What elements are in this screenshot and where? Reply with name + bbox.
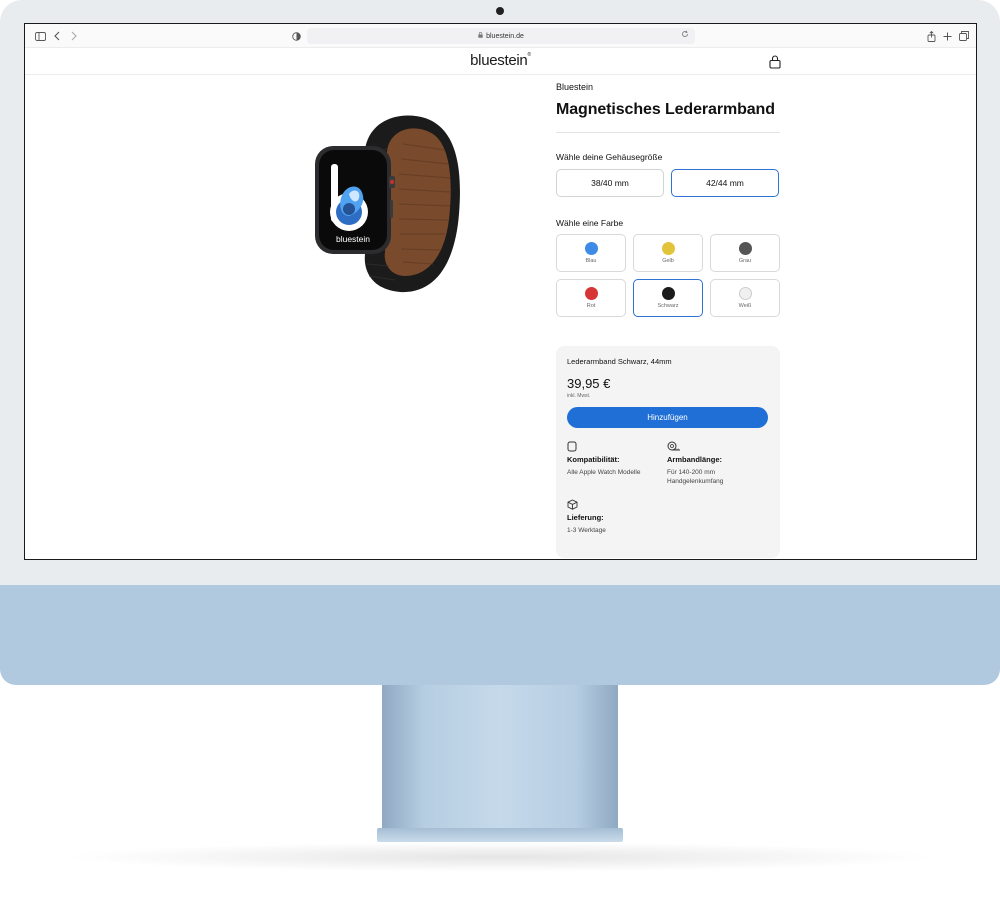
delivery-label: Lieferung: (567, 513, 604, 522)
buy-box: Lederarmband Schwarz, 44mm 39,95 € inkl.… (556, 346, 780, 558)
watch-screen-brand: bluestein (336, 234, 370, 244)
product-panel: Bluestein Magnetisches Lederarmband Wähl… (556, 82, 780, 317)
compatibility-info: Kompatibilität: Alle Apple Watch Modelle (567, 441, 667, 477)
camera-dot (496, 7, 504, 15)
color-swatch (738, 287, 752, 300)
delivery-value: 1-3 Werktage (567, 527, 606, 534)
divider (556, 132, 780, 133)
compatibility-label: Kompatibilität: (567, 455, 620, 464)
color-swatch (738, 242, 752, 255)
screen: bluestein.de bluestein® bluestein Bluest… (24, 23, 977, 560)
band-length-label: Armbandlänge: (667, 455, 723, 464)
band-length-value: Für 140-200 mm Handgelenkumfang (667, 468, 767, 486)
add-to-cart-button[interactable]: Hinzufügen (567, 407, 768, 428)
new-tab-icon[interactable] (940, 29, 954, 43)
tax-note: inkl. Mwst. (567, 393, 591, 399)
tab-overview-icon[interactable] (957, 29, 971, 43)
product-vendor: Bluestein (556, 82, 594, 92)
product-info-grid: Kompatibilität: Alle Apple Watch Modelle… (567, 441, 769, 551)
watch-outline-icon (567, 441, 667, 453)
price: 39,95 € (567, 376, 611, 391)
tape-measure-icon (667, 441, 767, 453)
color-swatch (584, 287, 598, 300)
cart-icon[interactable] (769, 55, 781, 69)
color-option-grau[interactable]: Grau (710, 234, 780, 272)
back-icon[interactable] (50, 29, 64, 43)
color-name: Rot (586, 303, 596, 309)
privacy-shield-icon[interactable] (289, 29, 303, 43)
size-section-label: Wähle deine Gehäusegröße (556, 152, 663, 162)
selected-variant: Lederarmband Schwarz, 44mm (567, 357, 672, 366)
color-name: Gelb (662, 258, 674, 264)
band-length-line-1: Für 140-200 mm (667, 469, 716, 476)
color-option-schwarz[interactable]: Schwarz (633, 279, 703, 317)
band-length-line-2: Handgelenkumfang (667, 478, 724, 485)
color-option-rot[interactable]: Rot (556, 279, 626, 317)
color-name: Grau (738, 258, 752, 264)
color-name: Blau (585, 258, 597, 264)
size-options: 38/40 mm 42/44 mm (556, 169, 780, 197)
reload-icon[interactable] (681, 30, 689, 40)
sidebar-icon[interactable] (33, 29, 47, 43)
brand-logo[interactable]: bluestein® (25, 52, 976, 69)
floor-shadow (60, 842, 940, 872)
address-bar[interactable]: bluestein.de (307, 28, 695, 44)
color-option-blau[interactable]: Blau (556, 234, 626, 272)
imac-stand (382, 685, 618, 830)
compatibility-value: Alle Apple Watch Modelle (567, 469, 641, 476)
color-name: Weiß (738, 303, 752, 309)
size-option-38-40[interactable]: 38/40 mm (556, 169, 664, 197)
imac-stand-foot (377, 828, 623, 842)
forward-icon[interactable] (67, 29, 81, 43)
lock-icon (478, 32, 483, 40)
color-section-label: Wähle eine Farbe (556, 218, 624, 228)
color-option-weiss[interactable]: Weiß (710, 279, 780, 317)
url-text: bluestein.de (486, 32, 524, 40)
product-image: bluestein (305, 104, 465, 304)
size-option-42-44[interactable]: 42/44 mm (671, 169, 779, 197)
band-length-info: Armbandlänge: Für 140-200 mm Handgelenku… (667, 441, 767, 486)
color-options: Blau Gelb Grau Rot Schwarz Weiß (556, 234, 780, 317)
color-option-gelb[interactable]: Gelb (633, 234, 703, 272)
package-icon (567, 499, 667, 511)
color-swatch (584, 242, 598, 255)
product-title: Magnetisches Lederarmband (556, 101, 775, 118)
share-icon[interactable] (924, 29, 938, 43)
brand-name: bluestein (470, 52, 528, 69)
color-swatch (661, 287, 675, 300)
color-name: Schwarz (657, 303, 679, 309)
delivery-info: Lieferung: 1-3 Werktage (567, 499, 667, 535)
browser-toolbar: bluestein.de (25, 24, 976, 48)
site-header: bluestein® (25, 49, 976, 75)
color-swatch (661, 242, 675, 255)
imac-chin (0, 585, 1000, 685)
